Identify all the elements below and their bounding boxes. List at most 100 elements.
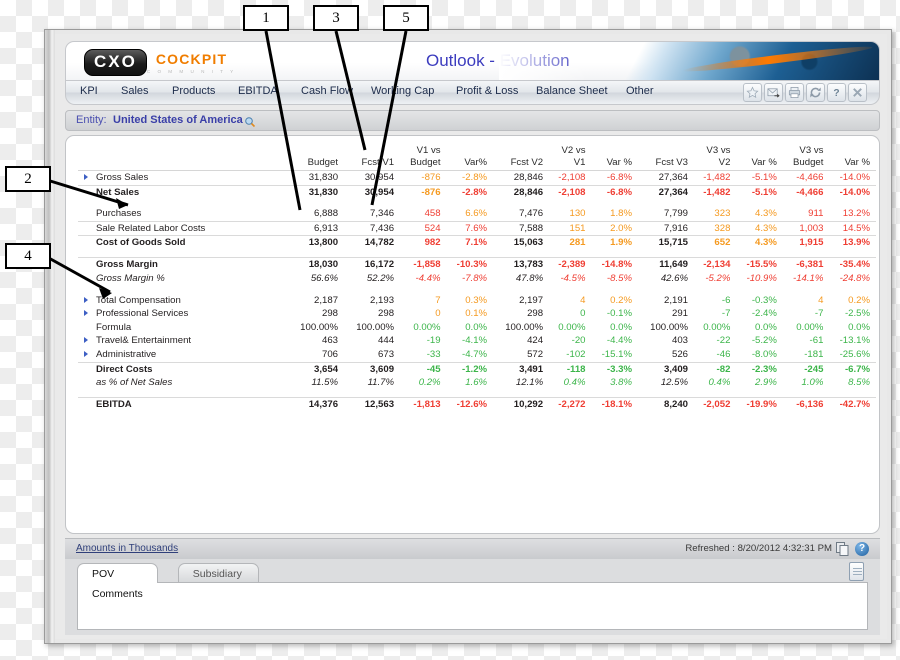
grid-cell[interactable]: -8.5% <box>592 272 638 286</box>
grid-cell[interactable]: 3,409 <box>637 361 695 377</box>
grid-cell[interactable]: 100.00% <box>493 321 549 335</box>
menu-item-ebitda[interactable]: EBITDA <box>238 85 278 97</box>
grid-cell[interactable]: -4,466 <box>782 184 830 200</box>
grid-cell[interactable]: 0.2% <box>592 294 638 308</box>
grid-cell[interactable]: -6.7% <box>829 361 876 377</box>
grid-cell[interactable]: 7,346 <box>344 207 400 221</box>
document-icon[interactable] <box>849 562 864 581</box>
grid-cell[interactable]: 2.0% <box>591 220 638 236</box>
table-row[interactable]: Net Sales 31,830 30,954 -876 -2.8% 28,846 -2,1… <box>78 184 876 200</box>
grid-column-header-cell[interactable]: Var% <box>446 158 494 171</box>
grid-cell[interactable]: 11.7% <box>344 376 400 390</box>
grid-cell[interactable]: 3,609 <box>344 361 401 377</box>
grid-cell[interactable]: 4 <box>549 294 591 308</box>
grid-cell[interactable]: 1,003 <box>782 220 830 236</box>
grid-cell[interactable]: -45 <box>400 361 447 377</box>
grid-cell[interactable]: 298 <box>288 307 344 321</box>
grid-cell[interactable]: -876 <box>400 170 447 186</box>
grid-cell[interactable]: -102 <box>549 348 591 362</box>
favorite-star-icon[interactable] <box>743 83 762 102</box>
grid-column-header-cell[interactable]: V1 <box>549 158 592 171</box>
grid-cell[interactable]: -22 <box>694 334 736 348</box>
row-label[interactable]: as % of Net Sales <box>78 376 288 390</box>
grid-cell[interactable]: -0.1% <box>592 307 638 321</box>
grid-cell[interactable]: -4.4% <box>400 272 447 286</box>
grid-column-header-cell[interactable]: Fcst V3 <box>637 158 695 171</box>
grid-cell[interactable]: 298 <box>344 307 400 321</box>
grid-cell[interactable]: 130 <box>549 207 591 221</box>
table-row[interactable]: Gross Margin 18,030 16,172 -1,858 -10.3% 13,7… <box>78 257 876 273</box>
grid-cell[interactable]: -82 <box>694 361 737 377</box>
grid-cell[interactable]: 0.0% <box>592 321 638 335</box>
grid-cell[interactable]: -2.4% <box>736 307 782 321</box>
grid-cell[interactable]: 526 <box>638 348 694 362</box>
grid-cell[interactable]: 1.9% <box>591 235 638 250</box>
grid-cell[interactable]: 0.00% <box>549 321 591 335</box>
grid-cell[interactable]: 11.5% <box>288 376 344 390</box>
grid-cell[interactable]: -4.7% <box>447 348 493 362</box>
grid-cell[interactable]: -61 <box>783 334 830 348</box>
grid-cell[interactable]: 18,030 <box>288 257 345 273</box>
table-row[interactable]: Total Compensation 2,187 2,193 7 0.3% 2,197 4 0… <box>78 294 876 308</box>
grid-cell[interactable]: -2.3% <box>736 361 783 377</box>
grid-column-header-cell[interactable]: Budget <box>400 158 447 171</box>
grid-cell[interactable]: -14.0% <box>829 184 876 200</box>
grid-cell[interactable]: -2.8% <box>446 170 494 186</box>
grid-cell[interactable]: 424 <box>493 334 549 348</box>
grid-cell[interactable]: -12.6% <box>446 397 494 412</box>
comments-body[interactable] <box>77 582 868 630</box>
grid-cell[interactable]: -19.9% <box>736 397 783 412</box>
grid-cell[interactable]: -876 <box>400 184 447 200</box>
row-label[interactable]: Formula <box>78 321 288 335</box>
row-label[interactable]: Professional Services <box>78 307 288 321</box>
grid-cell[interactable]: 706 <box>288 348 344 362</box>
grid-cell[interactable]: -20 <box>549 334 591 348</box>
grid-cell[interactable]: -1,482 <box>694 184 737 200</box>
grid-cell[interactable]: 7,916 <box>637 220 695 236</box>
grid-cell[interactable]: -6.8% <box>591 184 638 200</box>
tab-subsidiary-comments[interactable]: Subsidiary Comments <box>177 563 259 600</box>
table-row[interactable]: Travel& Entertainment 463 444 -19 -4.1% 424 -2… <box>78 334 876 348</box>
magnifier-icon[interactable] <box>244 115 256 128</box>
grid-cell[interactable]: -14.8% <box>591 257 638 273</box>
table-row[interactable]: Purchases 6,888 7,346 458 6.6% 7,476 130 1.8% 7,… <box>78 207 876 221</box>
grid-cell[interactable]: 0.2% <box>400 376 447 390</box>
grid-cell[interactable]: -4.4% <box>592 334 638 348</box>
grid-cell[interactable]: 28,846 <box>493 170 550 186</box>
grid-cell[interactable]: 10,292 <box>493 397 550 412</box>
cxo-cockpit-logo[interactable]: CXO COCKPIT C O M M U N I T Y <box>84 49 236 76</box>
grid-cell[interactable]: 14,782 <box>344 235 401 250</box>
expand-triangle-icon[interactable] <box>84 337 88 344</box>
grid-cell[interactable]: 12,563 <box>344 397 401 412</box>
grid-column-header-cell[interactable]: Var % <box>829 158 876 171</box>
grid-cell[interactable]: -1.2% <box>446 361 494 377</box>
help-icon[interactable]: ? <box>827 83 846 102</box>
grid-cell[interactable]: -1,858 <box>400 257 447 273</box>
email-icon[interactable] <box>764 83 783 102</box>
grid-cell[interactable]: -7 <box>694 307 736 321</box>
grid-cell[interactable]: 1.8% <box>592 207 638 221</box>
menu-item-products[interactable]: Products <box>172 85 215 97</box>
grid-cell[interactable]: 0.3% <box>447 294 493 308</box>
grid-cell[interactable]: -0.3% <box>736 294 782 308</box>
grid-cell[interactable]: 652 <box>694 235 737 250</box>
entity-value[interactable]: United States of America <box>113 114 243 126</box>
grid-cell[interactable]: 3,654 <box>288 361 345 377</box>
row-label[interactable]: Cost of Goods Sold <box>78 235 288 250</box>
row-label[interactable]: Total Compensation <box>78 294 288 308</box>
grid-cell[interactable]: -5.1% <box>736 184 783 200</box>
grid-cell[interactable]: -15.1% <box>592 348 638 362</box>
grid-cell[interactable]: -18.1% <box>591 397 638 412</box>
grid-column-header-cell[interactable]: Var % <box>591 158 638 171</box>
grid-cell[interactable]: 27,364 <box>637 170 695 186</box>
grid-cell[interactable]: 7,799 <box>638 207 694 221</box>
menu-item-profit-loss[interactable]: Profit & Loss <box>456 85 518 97</box>
row-label[interactable]: Administrative <box>78 348 288 362</box>
grid-cell[interactable]: -24.8% <box>829 272 876 286</box>
table-row[interactable]: Gross Margin % 56.6% 52.2% -4.4% -7.8% 47.8% -… <box>78 272 876 286</box>
grid-cell[interactable]: -1,813 <box>400 397 447 412</box>
grid-cell[interactable]: -25.6% <box>829 348 876 362</box>
grid-cell[interactable]: 6,888 <box>288 207 344 221</box>
grid-cell[interactable]: -33 <box>400 348 447 362</box>
grid-cell[interactable]: 15,715 <box>637 235 695 250</box>
